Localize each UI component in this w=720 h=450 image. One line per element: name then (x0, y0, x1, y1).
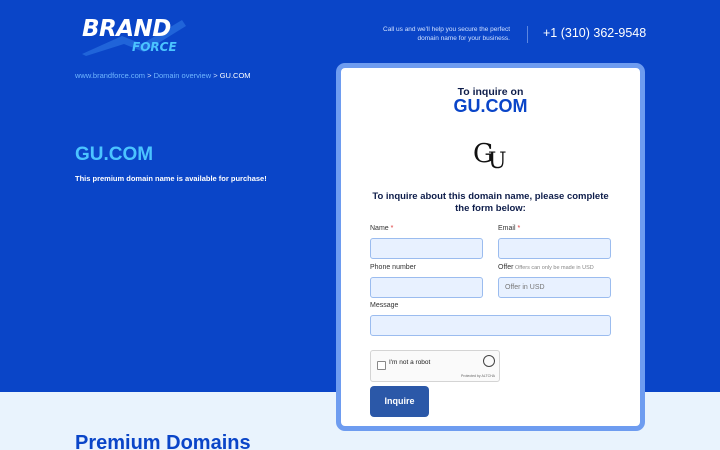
logo-force-text: FORCE (132, 40, 177, 54)
header-divider (527, 26, 528, 43)
section-title: Premium Domains (75, 432, 251, 450)
message-label: Message (370, 302, 399, 309)
domain-subtitle: This premium domain name is available fo… (75, 174, 267, 183)
breadcrumb-home-link[interactable]: www.brandforce.com (75, 71, 145, 80)
required-mark: * (515, 225, 521, 232)
brandforce-logo[interactable]: BRAND FORCE (82, 14, 192, 56)
offer-label-text: Offer (498, 264, 514, 271)
domain-monogram-icon: G U (473, 139, 507, 172)
captcha-checkbox[interactable] (377, 361, 386, 370)
card-domain-name: GU.COM (453, 96, 528, 116)
email-field[interactable] (498, 238, 611, 259)
captcha-protected-by: Protected by ALTCHA (461, 374, 495, 378)
breadcrumb-overview-link[interactable]: Domain overview (154, 71, 212, 80)
email-label-text: Email (498, 225, 516, 232)
captcha-label: I'm not a robot (389, 359, 431, 366)
message-field[interactable] (370, 315, 611, 336)
offer-hint: Offers can only be made in USD (513, 265, 594, 271)
form-heading: To inquire about this domain name, pleas… (372, 191, 609, 214)
breadcrumb: www.brandforce.com > Domain overview > G… (75, 71, 251, 80)
captcha-logo-icon (483, 355, 495, 367)
monogram-u: U (488, 149, 507, 172)
offer-field[interactable]: Offer in USD (498, 277, 611, 298)
inquire-button[interactable]: Inquire (370, 386, 429, 417)
breadcrumb-separator: > (145, 71, 154, 80)
phone-field[interactable] (370, 277, 483, 298)
required-mark: * (388, 225, 394, 232)
offer-label: Offer Offers can only be made in USD (498, 264, 594, 271)
breadcrumb-separator: > (211, 71, 220, 80)
email-label: Email * (498, 225, 520, 232)
name-field[interactable] (370, 238, 483, 259)
inquiry-card: To inquire on GU.COM G U To inquire abou… (336, 63, 645, 431)
captcha-widget: I'm not a robot Protected by ALTCHA (370, 350, 500, 382)
phone-label: Phone number (370, 264, 416, 271)
name-label-text: Name (370, 225, 389, 232)
breadcrumb-current: GU.COM (219, 71, 251, 80)
callus-text: Call us and we'll help you secure the pe… (383, 26, 510, 42)
logo-brand-text: BRAND (82, 16, 171, 42)
domain-title: GU.COM (75, 144, 154, 165)
name-label: Name * (370, 225, 393, 232)
phone-number[interactable]: +1 (310) 362-9548 (543, 26, 646, 40)
